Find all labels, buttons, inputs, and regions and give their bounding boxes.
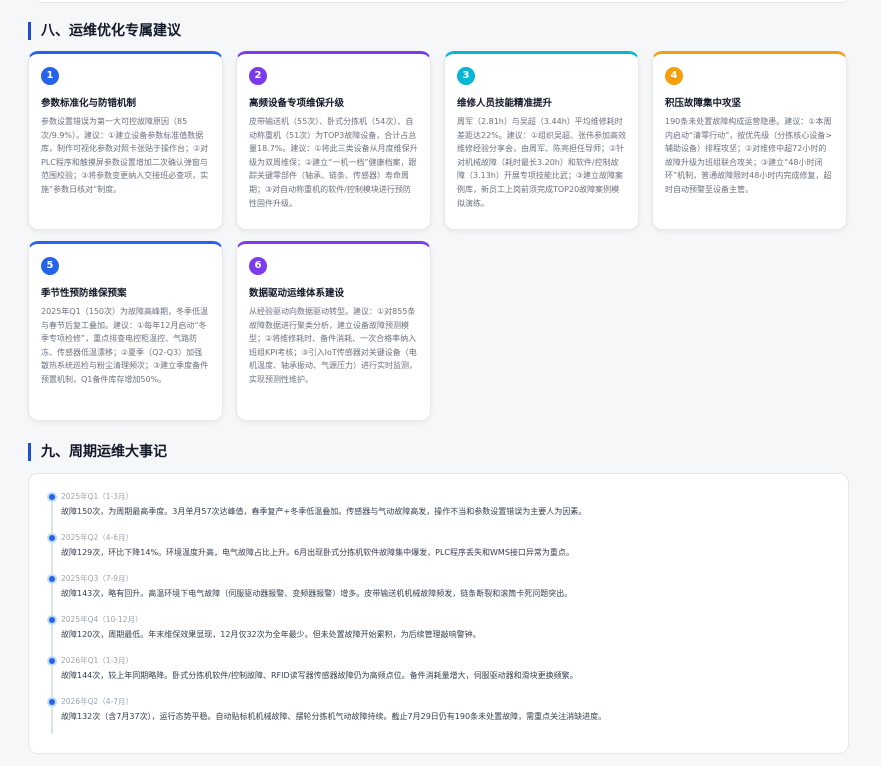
suggestion-card-2: 2 高频设备专项维保升级 皮带输送机（55次）、卧式分拣机（54次）、自动称重机… (236, 51, 431, 230)
suggestion-card-3: 3 维修人员技能精准提升 周军（2.81h）与吴超（3.44h）平均维修耗时差距… (444, 51, 639, 230)
timeline-dot (47, 615, 57, 625)
card-title: 数据驱动运维体系建设 (249, 288, 345, 299)
card-number-badge: 4 (665, 67, 683, 85)
timeline-period: 2026年Q2（4-7月） (61, 697, 134, 706)
card-number-badge: 2 (249, 67, 267, 85)
timeline-dot (47, 492, 57, 502)
timeline-period: 2025年Q3（7-9月） (61, 574, 134, 583)
card-title: 积压故障集中攻坚 (665, 98, 742, 109)
card-number-badge: 5 (41, 257, 59, 275)
card-text: 参数设置错误为第一大可控故障原因（85次/9.9%）。建议：①建立设备参数标准值… (41, 117, 209, 194)
card-text: 周军（2.81h）与吴超（3.44h）平均维修耗时差距达22%。建议：①组织吴超… (457, 117, 626, 208)
card-title: 维修人员技能精准提升 (457, 98, 553, 109)
previous-section-card (36, 0, 848, 3)
timeline-dot (47, 656, 57, 666)
card-title: 高频设备专项维保升级 (249, 98, 345, 109)
suggestion-card-5: 5 季节性预防维保预案 2025年Q1（150次）为故障高峰期，冬季低温与春节后… (28, 241, 223, 421)
timeline-period: 2025年Q2（4-6月） (61, 533, 134, 542)
card-title: 季节性预防维保预案 (41, 288, 127, 299)
section-title-optimization: 八、运维优化专属建议 (28, 22, 181, 40)
timeline-period: 2025年Q1（1-3月） (61, 492, 134, 501)
timeline-dot (47, 697, 57, 707)
timeline-text: 故障129次，环比下降14%。环境温度升高，电气故障占比上升。6月出现卧式分拣机… (61, 548, 574, 557)
card-text: 2025年Q1（150次）为故障高峰期，冬季低温与春节后复工叠加。建议：①每年1… (41, 307, 209, 384)
timeline-dot (47, 574, 57, 584)
card-title: 参数标准化与防错机制 (41, 98, 137, 109)
timeline-text: 故障120次，周期最低。年末维保效果显现，12月仅32次为全年最少。但未处置故障… (61, 630, 481, 639)
timeline-text: 故障144次，较上年同期略降。卧式分拣机软件/控制故障、RFID读写器传感器故障… (61, 671, 578, 680)
suggestion-card-4: 4 积压故障集中攻坚 190条未处置故障构成运营隐患。建议：①本周内启动“清零行… (652, 51, 847, 230)
suggestion-card-6: 6 数据驱动运维体系建设 从经验驱动向数据驱动转型。建议：①对855条故障数据进… (236, 241, 431, 421)
card-number-badge: 3 (457, 67, 475, 85)
card-number-badge: 6 (249, 257, 267, 275)
timeline-dot (47, 533, 57, 543)
timeline-text: 故障132次（含7月37次），运行态势平稳。自动贴标机机械故障、摆轮分拣机气动故… (61, 712, 607, 721)
timeline-period: 2026年Q1（1-3月） (61, 656, 134, 665)
card-text: 从经验驱动向数据驱动转型。建议：①对855条故障数据进行聚类分析，建立设备故障预… (249, 307, 417, 384)
timeline-panel: 2025年Q1（1-3月） 故障150次，为周期最高季度。3月单月57次达峰值，… (28, 473, 849, 754)
section-title-milestones: 九、周期运维大事记 (28, 443, 167, 461)
timeline-period: 2025年Q4（10-12月） (61, 615, 143, 624)
suggestion-card-1: 1 参数标准化与防错机制 参数设置错误为第一大可控故障原因（85次/9.9%）。… (28, 51, 223, 230)
card-number-badge: 1 (41, 67, 59, 85)
card-text: 皮带输送机（55次）、卧式分拣机（54次）、自动称重机（51次）为TOP3故障设… (249, 117, 418, 208)
timeline-text: 故障150次，为周期最高季度。3月单月57次达峰值，春季复产+冬季低温叠加。传感… (61, 507, 587, 516)
card-text: 190条未处置故障构成运营隐患。建议：①本周内启动“清零行动”，按优先级（分拣核… (665, 117, 832, 194)
timeline-text: 故障143次，略有回升。高温环境下电气故障（伺服驱动器报警、变频器报警）增多。皮… (61, 589, 573, 598)
